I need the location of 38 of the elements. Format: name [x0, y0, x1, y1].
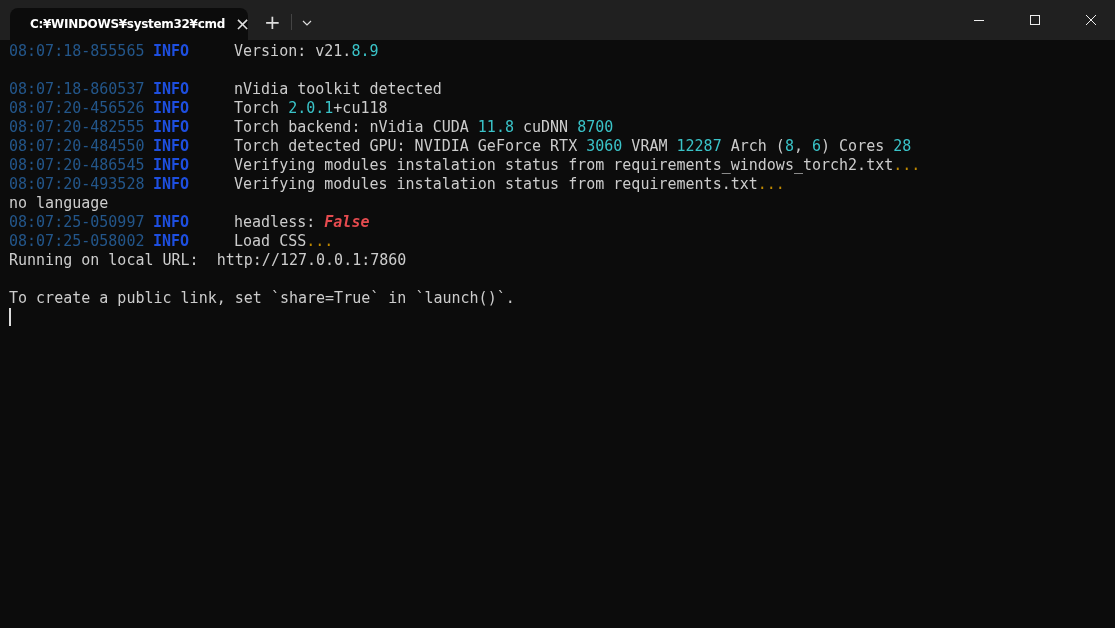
- tab-title: C:¥WINDOWS¥system32¥cmd: [30, 17, 225, 31]
- log-timestamp: 08:07:18-860537: [9, 80, 146, 99]
- log-message: Version: v21.8.9: [234, 42, 379, 61]
- text-cursor: [9, 308, 11, 326]
- log-level: INFO: [153, 175, 191, 194]
- log-message: Load CSS...: [234, 232, 334, 251]
- console-output: Running on local URL: http://127.0.0.1:7860: [9, 251, 407, 270]
- console-output: To create a public link, set `share=True` in `launch()`.: [9, 289, 515, 308]
- log-message: headless: False: [234, 213, 370, 232]
- log-timestamp: 08:07:20-456526: [9, 99, 146, 118]
- log-message: Verifying modules instalation status from requirements_windows_torch2.txt...: [234, 156, 921, 175]
- log-timestamp: 08:07:18-855565: [9, 42, 146, 61]
- log-level: INFO: [153, 42, 191, 61]
- log-message: Torch 2.0.1+cu118: [234, 99, 388, 118]
- maximize-icon[interactable]: [1030, 15, 1040, 25]
- log-message: Verifying modules instalation status from requirements.txt...: [234, 175, 785, 194]
- log-message: nVidia toolkit detected: [234, 80, 442, 99]
- log-timestamp: 08:07:20-484550: [9, 137, 146, 156]
- new-tab-button[interactable]: +: [264, 12, 281, 32]
- terminal-tab[interactable]: C:¥WINDOWS¥system32¥cmd ×: [10, 8, 248, 40]
- log-timestamp: 08:07:20-486545: [9, 156, 146, 175]
- log-level: INFO: [153, 80, 191, 99]
- console-output: no language: [9, 194, 109, 213]
- log-message: Torch detected GPU: NVIDIA GeForce RTX 3060 VRAM 12287 Arch (8, 6) Cores 28: [234, 137, 912, 156]
- close-tab-button[interactable]: ×: [234, 15, 251, 33]
- log-level: INFO: [153, 156, 191, 175]
- log-timestamp: 08:07:20-493528: [9, 175, 146, 194]
- chevron-down-icon[interactable]: [301, 20, 312, 26]
- log-level: INFO: [153, 137, 191, 156]
- log-timestamp: 08:07:25-050997: [9, 213, 146, 232]
- close-icon[interactable]: [1086, 15, 1096, 25]
- log-message: Torch backend: nVidia CUDA 11.8 cuDNN 8700: [234, 118, 614, 137]
- log-level: INFO: [153, 232, 191, 251]
- log-level: INFO: [153, 118, 191, 137]
- log-level: INFO: [153, 213, 191, 232]
- log-level: INFO: [153, 99, 191, 118]
- log-timestamp: 08:07:25-058002: [9, 232, 146, 251]
- log-timestamp: 08:07:20-482555: [9, 118, 146, 137]
